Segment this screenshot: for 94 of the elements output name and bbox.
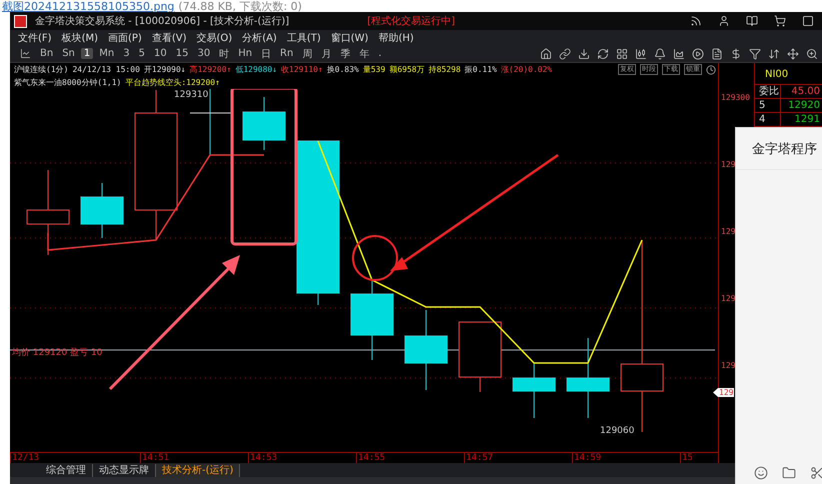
file-info: (74.88 KB, 下载次数: 0): [178, 1, 302, 12]
grid-icon[interactable]: [616, 48, 628, 60]
indicator-text: 平台趋势线空头:129200↑: [125, 77, 220, 88]
clock-icon[interactable]: [706, 64, 716, 74]
play-icon[interactable]: [692, 48, 704, 60]
move-icon[interactable]: [787, 48, 799, 60]
period-button[interactable]: Sn: [59, 48, 78, 59]
period-button[interactable]: 1: [80, 48, 94, 59]
period-button[interactable]: 5: [136, 48, 148, 59]
quote-text: 收129110↑: [281, 64, 323, 75]
book-price: 12920: [787, 99, 821, 112]
user-icon[interactable]: [718, 15, 730, 27]
tab[interactable]: 技术分析-(运行): [156, 464, 240, 477]
signal-icon[interactable]: [690, 15, 702, 27]
price-label: 129: [719, 294, 736, 303]
period-button[interactable]: 10: [150, 48, 170, 59]
order-ratio-value: 45.00: [790, 85, 821, 98]
menu-item[interactable]: 工具(T): [286, 30, 321, 44]
window-icon[interactable]: [802, 15, 814, 27]
quote-text: 沪镍连续(1分): [14, 64, 68, 75]
download-icon[interactable]: [578, 48, 590, 60]
menu-item[interactable]: 帮助(H): [378, 30, 414, 44]
quote-text: 量539: [362, 64, 386, 75]
last-price-tag: 129: [713, 388, 734, 397]
period-button[interactable]: Bn: [37, 48, 56, 59]
period-button[interactable]: Rn: [277, 48, 296, 59]
book-level: 4: [755, 113, 781, 126]
home-icon[interactable]: [540, 48, 552, 60]
period-button[interactable]: Mn: [96, 48, 118, 59]
price-label: 129: [719, 160, 736, 169]
quote-text: 低129080↓: [235, 64, 278, 75]
scissors-icon[interactable]: [810, 466, 822, 480]
highlight-circle: [352, 235, 398, 281]
quote-text: 换0.83%: [326, 64, 359, 75]
menu-item[interactable]: 查看(V): [152, 30, 186, 44]
quote-text: 振0.11%: [464, 64, 497, 75]
price-label: 129: [719, 361, 736, 370]
book-icon[interactable]: [746, 15, 758, 27]
low-price-label: 129060: [600, 426, 634, 436]
area-chart-icon[interactable]: [673, 48, 685, 60]
position-label: 均价 129120 盈亏 10: [12, 348, 102, 358]
book-level: 5: [755, 99, 781, 112]
sort-icon[interactable]: [768, 48, 780, 60]
price-label: 129300: [719, 93, 750, 102]
dollar-icon[interactable]: [730, 48, 742, 60]
menu-item[interactable]: 窗口(W): [330, 30, 368, 44]
quote-text: 涨(20)0.02%: [500, 64, 552, 75]
dialog-title: 金字塔程序: [736, 128, 822, 170]
period-button[interactable]: 30: [194, 48, 214, 59]
quote-text: 开129090↓: [144, 64, 186, 75]
period-button[interactable]: 3: [120, 48, 133, 59]
bell-icon[interactable]: [654, 48, 666, 60]
period-button[interactable]: .: [375, 48, 385, 59]
menu-item[interactable]: 板块(M): [62, 30, 98, 44]
candlestick: [458, 322, 502, 392]
symbol-label: NI00: [755, 63, 822, 85]
menu-item[interactable]: 交易(O): [196, 30, 232, 44]
link-icon[interactable]: [559, 48, 571, 60]
app-logo-icon: [14, 14, 27, 28]
filter-icon[interactable]: [749, 48, 761, 60]
emoji-icon[interactable]: [754, 466, 768, 480]
trading-status: [程式化交易运行中]: [367, 14, 456, 28]
order-ratio-label: 委比: [755, 85, 781, 98]
candlestick: [242, 96, 286, 150]
window-title: 金字塔决策交易系统 - [100020906] - [技术分析-(运行)]: [35, 14, 290, 28]
quote-text: 持85298: [428, 64, 461, 75]
quote-text: 高129200↑: [190, 64, 232, 75]
high-price-label: 129310: [174, 90, 208, 100]
menu-item[interactable]: 画面(P): [108, 30, 142, 44]
indicator-text: 紫气东来一油8000分钟(1,1): [14, 77, 122, 88]
candlestick-icon[interactable]: [635, 48, 647, 60]
period-button[interactable]: 季: [337, 46, 354, 60]
price-label: 129: [719, 227, 736, 236]
period-button[interactable]: Hn: [235, 48, 256, 59]
period-button[interactable]: 日: [258, 46, 274, 60]
candlestick: [80, 182, 124, 238]
period-button[interactable]: 年: [356, 46, 372, 60]
document-icon[interactable]: [711, 48, 723, 60]
refresh-icon[interactable]: [597, 48, 609, 60]
menu-item[interactable]: 文件(F): [18, 30, 52, 44]
quote-text: 额6958万: [389, 64, 425, 75]
period-button[interactable]: 月: [318, 46, 334, 60]
menu-item[interactable]: 分析(A): [242, 30, 277, 44]
period-button[interactable]: 时: [216, 46, 232, 60]
file-link[interactable]: 截图202412131558105350.png: [2, 1, 174, 12]
folder-icon[interactable]: [782, 466, 796, 480]
zoom-in-icon[interactable]: [806, 48, 818, 60]
period-button[interactable]: 周: [299, 46, 316, 60]
book-price: 1291: [794, 113, 821, 126]
candlestick: [512, 362, 556, 418]
quote-text: 24/12/13 15:00: [72, 65, 140, 74]
line-chart-icon[interactable]: [20, 48, 31, 59]
cart-icon[interactable]: [774, 15, 786, 27]
period-button[interactable]: 15: [172, 48, 192, 59]
